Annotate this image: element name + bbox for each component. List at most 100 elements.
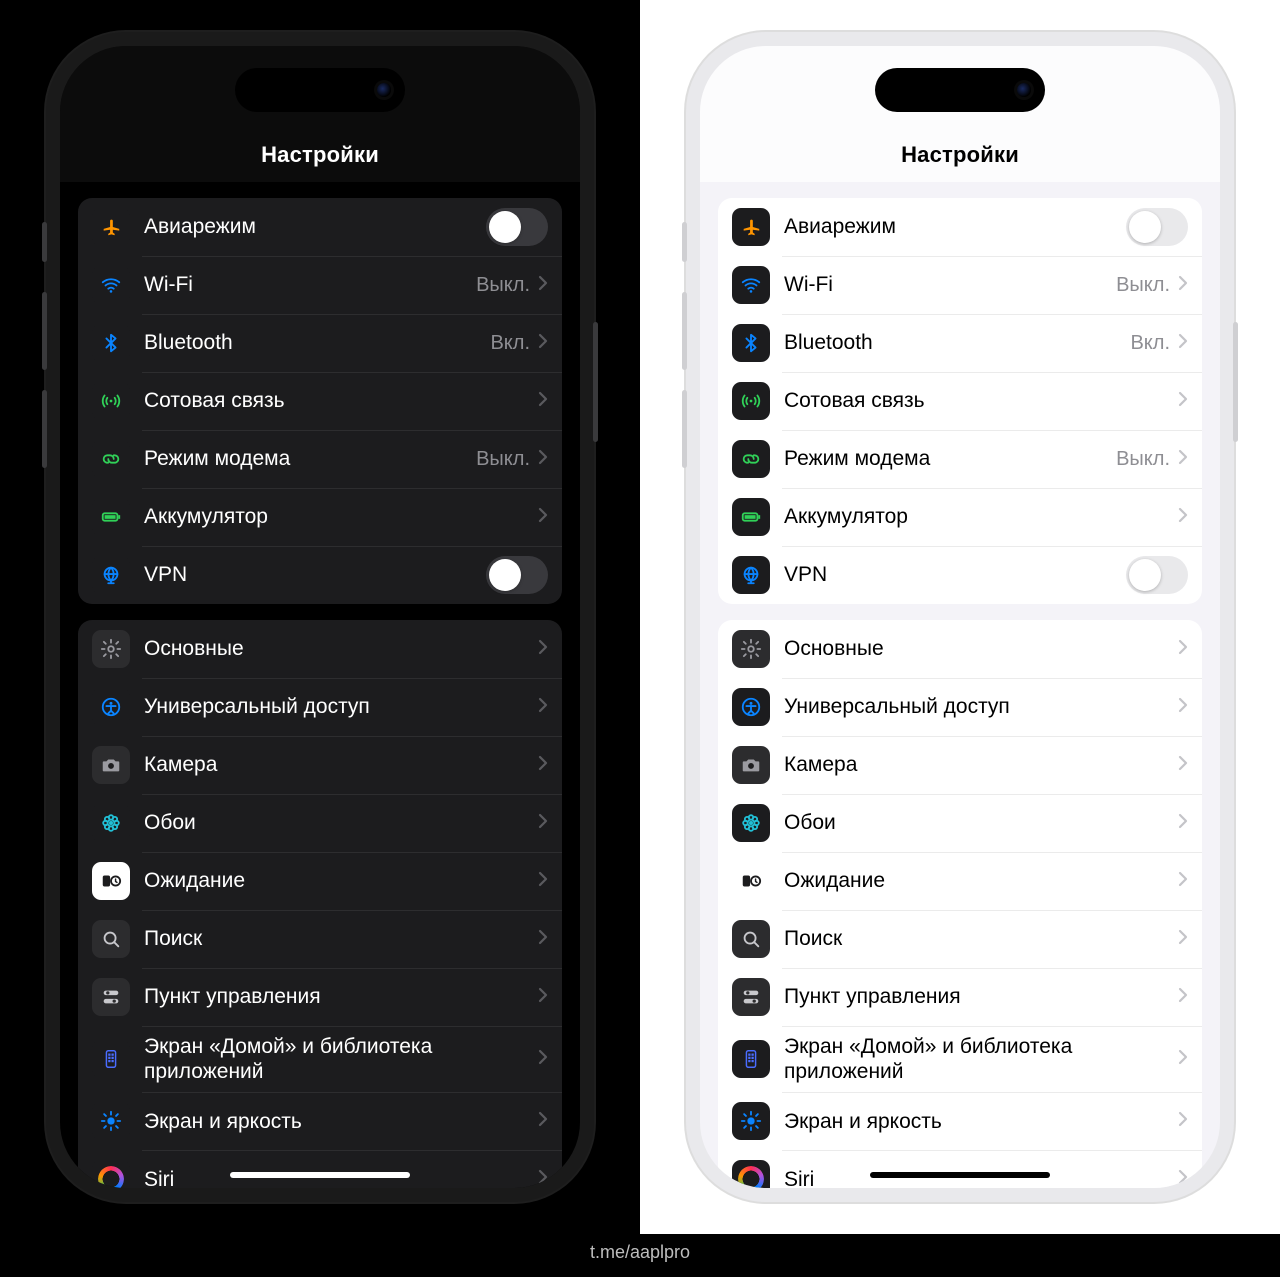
camera-icon [732,746,770,784]
settings-row-bluetooth[interactable]: BluetoothВкл. [78,314,562,372]
settings-row-battery[interactable]: Аккумулятор [718,488,1202,546]
settings-row-controlcenter[interactable]: Пункт управления [718,968,1202,1026]
settings-row-label: Авиарежим [784,214,1126,239]
settings-row-battery[interactable]: Аккумулятор [78,488,562,546]
settings-row-airplane[interactable]: Авиарежим [78,198,562,256]
hardware-side-button [682,222,687,262]
hardware-side-button [593,322,598,442]
settings-row-label: Обои [144,810,538,835]
settings-row-wifi[interactable]: Wi-FiВыкл. [78,256,562,314]
vpn-toggle[interactable] [1126,556,1188,594]
front-camera-icon [1017,83,1031,97]
settings-row-label: Wi-Fi [144,272,476,297]
phone-dark: НастройкиАвиарежимWi-FiВыкл.BluetoothВкл… [46,32,594,1202]
toggle-knob [1129,559,1161,591]
display-icon [92,1102,130,1140]
settings-row-value: Вкл. [490,332,530,355]
home-indicator[interactable] [870,1172,1050,1178]
accessibility-icon [92,688,130,726]
settings-row-hotspot[interactable]: Режим модемаВыкл. [78,430,562,488]
bluetooth-icon [92,324,130,362]
settings-row-wallpaper[interactable]: Обои [718,794,1202,852]
settings-row-label: Универсальный доступ [144,694,538,719]
settings-row-label: Bluetooth [784,330,1130,355]
settings-row-hotspot[interactable]: Режим модемаВыкл. [718,430,1202,488]
settings-row-label: Поиск [144,926,538,951]
settings-row-siri[interactable]: Siri [78,1150,562,1188]
chevron-right-icon [1178,1111,1188,1132]
chevron-right-icon [1178,1169,1188,1188]
settings-row-label: Сотовая связь [784,388,1178,413]
image-caption: t.me/aaplpro [0,1234,1280,1277]
chevron-right-icon [538,987,548,1008]
vpn-icon [732,556,770,594]
toggle-knob [1129,211,1161,243]
settings-row-wifi[interactable]: Wi-FiВыкл. [718,256,1202,314]
settings-row-label: Авиарежим [144,214,486,239]
settings-row-label: Универсальный доступ [784,694,1178,719]
settings-row-homescreen[interactable]: Экран «Домой» и библиотека приложений [78,1026,562,1092]
settings-row-controlcenter[interactable]: Пункт управления [78,968,562,1026]
settings-row-label: Экран «Домой» и библиотека приложений [144,1034,538,1084]
siri-icon [732,1160,770,1188]
chevron-right-icon [538,639,548,660]
settings-row-cellular[interactable]: Сотовая связь [78,372,562,430]
settings-row-display[interactable]: Экран и яркость [718,1092,1202,1150]
settings-row-general[interactable]: Основные [78,620,562,678]
hardware-side-button [682,292,687,370]
chevron-right-icon [1178,1049,1188,1070]
chevron-right-icon [1178,275,1188,296]
settings-row-vpn[interactable]: VPN [718,546,1202,604]
chevron-right-icon [1178,697,1188,718]
settings-row-value: Выкл. [476,448,530,471]
settings-row-camera[interactable]: Камера [718,736,1202,794]
settings-row-accessibility[interactable]: Универсальный доступ [78,678,562,736]
settings-row-wallpaper[interactable]: Обои [78,794,562,852]
wifi-icon [92,266,130,304]
settings-row-airplane[interactable]: Авиарежим [718,198,1202,256]
settings-row-homescreen[interactable]: Экран «Домой» и библиотека приложений [718,1026,1202,1092]
settings-row-value: Выкл. [1116,274,1170,297]
settings-row-label: Режим модема [784,446,1116,471]
settings-row-display[interactable]: Экран и яркость [78,1092,562,1150]
dark-mode-panel: НастройкиАвиарежимWi-FiВыкл.BluetoothВкл… [0,0,640,1234]
airplane-toggle[interactable] [486,208,548,246]
airplane-toggle[interactable] [1126,208,1188,246]
settings-row-standby[interactable]: Ожидание [78,852,562,910]
settings-row-siri[interactable]: Siri [718,1150,1202,1188]
phone-light: НастройкиАвиарежимWi-FiВыкл.BluetoothВкл… [686,32,1234,1202]
chevron-right-icon [538,333,548,354]
home-indicator[interactable] [230,1172,410,1178]
search-icon [92,920,130,958]
dynamic-island [235,68,405,112]
settings-row-label: Экран и яркость [144,1109,538,1134]
settings-row-general[interactable]: Основные [718,620,1202,678]
chevron-right-icon [1178,987,1188,1008]
chevron-right-icon [1178,871,1188,892]
airplane-icon [732,208,770,246]
settings-row-cellular[interactable]: Сотовая связь [718,372,1202,430]
cellular-icon [732,382,770,420]
settings-row-accessibility[interactable]: Универсальный доступ [718,678,1202,736]
hardware-side-button [42,292,47,370]
settings-group-1: Основные Универсальный доступ Камера Обои Ож… [718,620,1202,1188]
chevron-right-icon [538,1111,548,1132]
standby-icon [732,862,770,900]
chevron-right-icon [538,449,548,470]
settings-row-standby[interactable]: Ожидание [718,852,1202,910]
chevron-right-icon [538,813,548,834]
chevron-right-icon [538,1049,548,1070]
settings-row-search[interactable]: Поиск [78,910,562,968]
settings-row-label: Пункт управления [144,984,538,1009]
settings-row-vpn[interactable]: VPN [78,546,562,604]
settings-row-label: Обои [784,810,1178,835]
settings-row-label: Bluetooth [144,330,490,355]
settings-row-value: Выкл. [1116,448,1170,471]
general-icon [732,630,770,668]
settings-row-bluetooth[interactable]: BluetoothВкл. [718,314,1202,372]
settings-row-search[interactable]: Поиск [718,910,1202,968]
chevron-right-icon [1178,639,1188,660]
hardware-side-button [42,390,47,468]
settings-row-camera[interactable]: Камера [78,736,562,794]
vpn-toggle[interactable] [486,556,548,594]
